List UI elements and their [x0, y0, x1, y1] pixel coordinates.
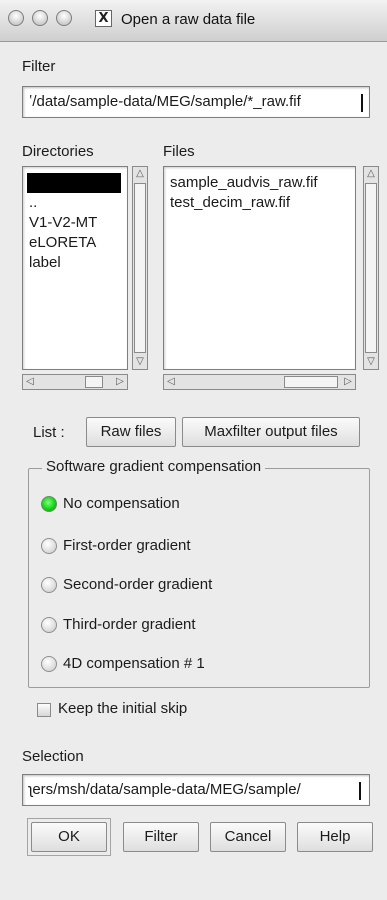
- scroll-up-icon[interactable]: △: [133, 167, 147, 181]
- radio-icon[interactable]: [41, 538, 57, 554]
- radio-icon[interactable]: [41, 617, 57, 633]
- selection-input[interactable]: ʅers/msh/data/sample-data/MEG/sample/: [22, 774, 370, 806]
- close-window-icon[interactable]: [8, 10, 24, 26]
- text-cursor: [361, 94, 363, 112]
- directory-item-selected[interactable]: [27, 173, 121, 193]
- maxfilter-output-files-button[interactable]: Maxfilter output files: [182, 417, 360, 447]
- file-item[interactable]: sample_audvis_raw.fif: [164, 173, 355, 193]
- radio-label: Second-order gradient: [63, 576, 213, 593]
- ok-button[interactable]: OK: [31, 822, 107, 852]
- scroll-right-icon[interactable]: ▷: [341, 375, 355, 389]
- radio-label: Third-order gradient: [63, 616, 196, 633]
- directories-label: Directories: [22, 143, 94, 160]
- radio-label: First-order gradient: [63, 537, 191, 554]
- minimize-window-icon[interactable]: [32, 10, 48, 26]
- scroll-right-icon[interactable]: ▷: [113, 375, 127, 389]
- radio-label: No compensation: [63, 495, 180, 512]
- text-cursor: [359, 782, 361, 800]
- x11-app-icon: X: [95, 10, 112, 27]
- scroll-down-icon[interactable]: ▽: [133, 355, 147, 369]
- scroll-thumb[interactable]: [85, 376, 103, 388]
- directory-item[interactable]: ..: [23, 193, 127, 213]
- directories-vertical-scrollbar[interactable]: △ ▽: [132, 166, 148, 370]
- radio-selected-icon[interactable]: [41, 496, 57, 512]
- files-list[interactable]: sample_audvis_raw.fif test_decim_raw.fif: [163, 166, 356, 370]
- scroll-thumb[interactable]: [284, 376, 338, 388]
- directories-list[interactable]: .. V1-V2-MT eLORETA label: [22, 166, 128, 370]
- filter-value: ʽ/data/sample-data/MEG/sample/*_raw.fif: [29, 93, 301, 110]
- title-bar: X Open a raw data file: [0, 0, 387, 42]
- files-horizontal-scrollbar[interactable]: ◁ ▷: [163, 374, 356, 390]
- scroll-left-icon[interactable]: ◁: [164, 375, 178, 389]
- filter-input[interactable]: ʽ/data/sample-data/MEG/sample/*_raw.fif: [22, 86, 370, 118]
- directory-item[interactable]: eLORETA: [23, 233, 127, 253]
- scroll-thumb[interactable]: [365, 183, 377, 353]
- help-button[interactable]: Help: [297, 822, 373, 852]
- window-title: Open a raw data file: [121, 11, 256, 28]
- radio-icon[interactable]: [41, 656, 57, 672]
- files-label: Files: [163, 143, 195, 160]
- scroll-thumb[interactable]: [134, 183, 146, 353]
- directory-item[interactable]: V1-V2-MT: [23, 213, 127, 233]
- files-vertical-scrollbar[interactable]: △ ▽: [363, 166, 379, 370]
- scroll-down-icon[interactable]: ▽: [364, 355, 378, 369]
- filter-label: Filter: [22, 58, 56, 75]
- compensation-group-title: Software gradient compensation: [42, 458, 266, 475]
- keep-initial-skip-label: Keep the initial skip: [58, 700, 188, 717]
- cancel-button[interactable]: Cancel: [210, 822, 286, 852]
- selection-label: Selection: [22, 748, 84, 765]
- raw-files-button[interactable]: Raw files: [86, 417, 176, 447]
- keep-initial-skip-checkbox[interactable]: [37, 703, 51, 717]
- scroll-left-icon[interactable]: ◁: [23, 375, 37, 389]
- radio-label: 4D compensation # 1: [63, 655, 205, 672]
- selection-value: ʅers/msh/data/sample-data/MEG/sample/: [29, 781, 301, 798]
- scroll-up-icon[interactable]: △: [364, 167, 378, 181]
- zoom-window-icon[interactable]: [56, 10, 72, 26]
- directory-item[interactable]: label: [23, 253, 127, 273]
- file-item[interactable]: test_decim_raw.fif: [164, 193, 355, 213]
- list-label: List :: [33, 424, 65, 441]
- directories-horizontal-scrollbar[interactable]: ◁ ▷: [22, 374, 128, 390]
- radio-icon[interactable]: [41, 577, 57, 593]
- filter-button[interactable]: Filter: [123, 822, 199, 852]
